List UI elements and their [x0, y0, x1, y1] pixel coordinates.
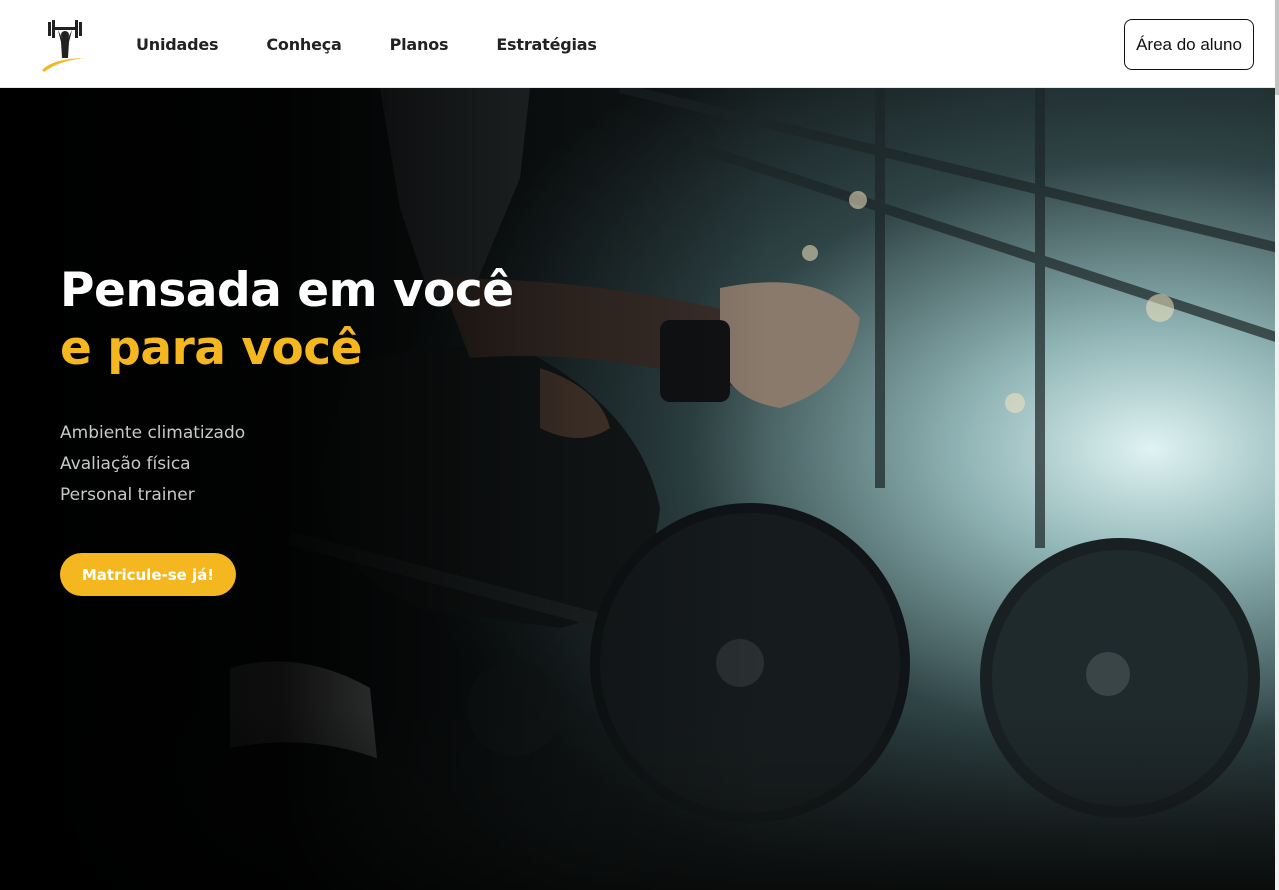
- student-area-button[interactable]: Área do aluno: [1124, 19, 1254, 70]
- headline-line-2: e para você: [60, 321, 363, 376]
- site-header: Unidades Conheça Planos Estratégias Área…: [0, 0, 1279, 88]
- hero-headline: Pensada em você e para você: [60, 262, 514, 378]
- feature-item: Ambiente climatizado: [60, 423, 246, 443]
- page-scrollbar[interactable]: [1275, 0, 1279, 890]
- feature-list: Ambiente climatizado Avaliação física Pe…: [60, 418, 514, 511]
- main-nav: Unidades Conheça Planos Estratégias: [136, 0, 645, 88]
- hero-content: Pensada em você e para você Ambiente cli…: [60, 262, 514, 596]
- feature-item: Avaliação física: [60, 454, 191, 474]
- headline-line-1: Pensada em você: [60, 263, 514, 318]
- nav-item-planos[interactable]: Planos: [390, 35, 449, 54]
- nav-item-conheca[interactable]: Conheça: [266, 35, 341, 54]
- hero-section: Pensada em você e para você Ambiente cli…: [0, 88, 1279, 890]
- enroll-button[interactable]: Matricule-se já!: [60, 553, 236, 596]
- nav-item-unidades[interactable]: Unidades: [136, 35, 219, 54]
- scrollbar-thumb[interactable]: [1275, 0, 1279, 95]
- nav-item-estrategias[interactable]: Estratégias: [496, 35, 597, 54]
- feature-item: Personal trainer: [60, 485, 195, 505]
- dumbbell-logo-icon[interactable]: [40, 18, 90, 74]
